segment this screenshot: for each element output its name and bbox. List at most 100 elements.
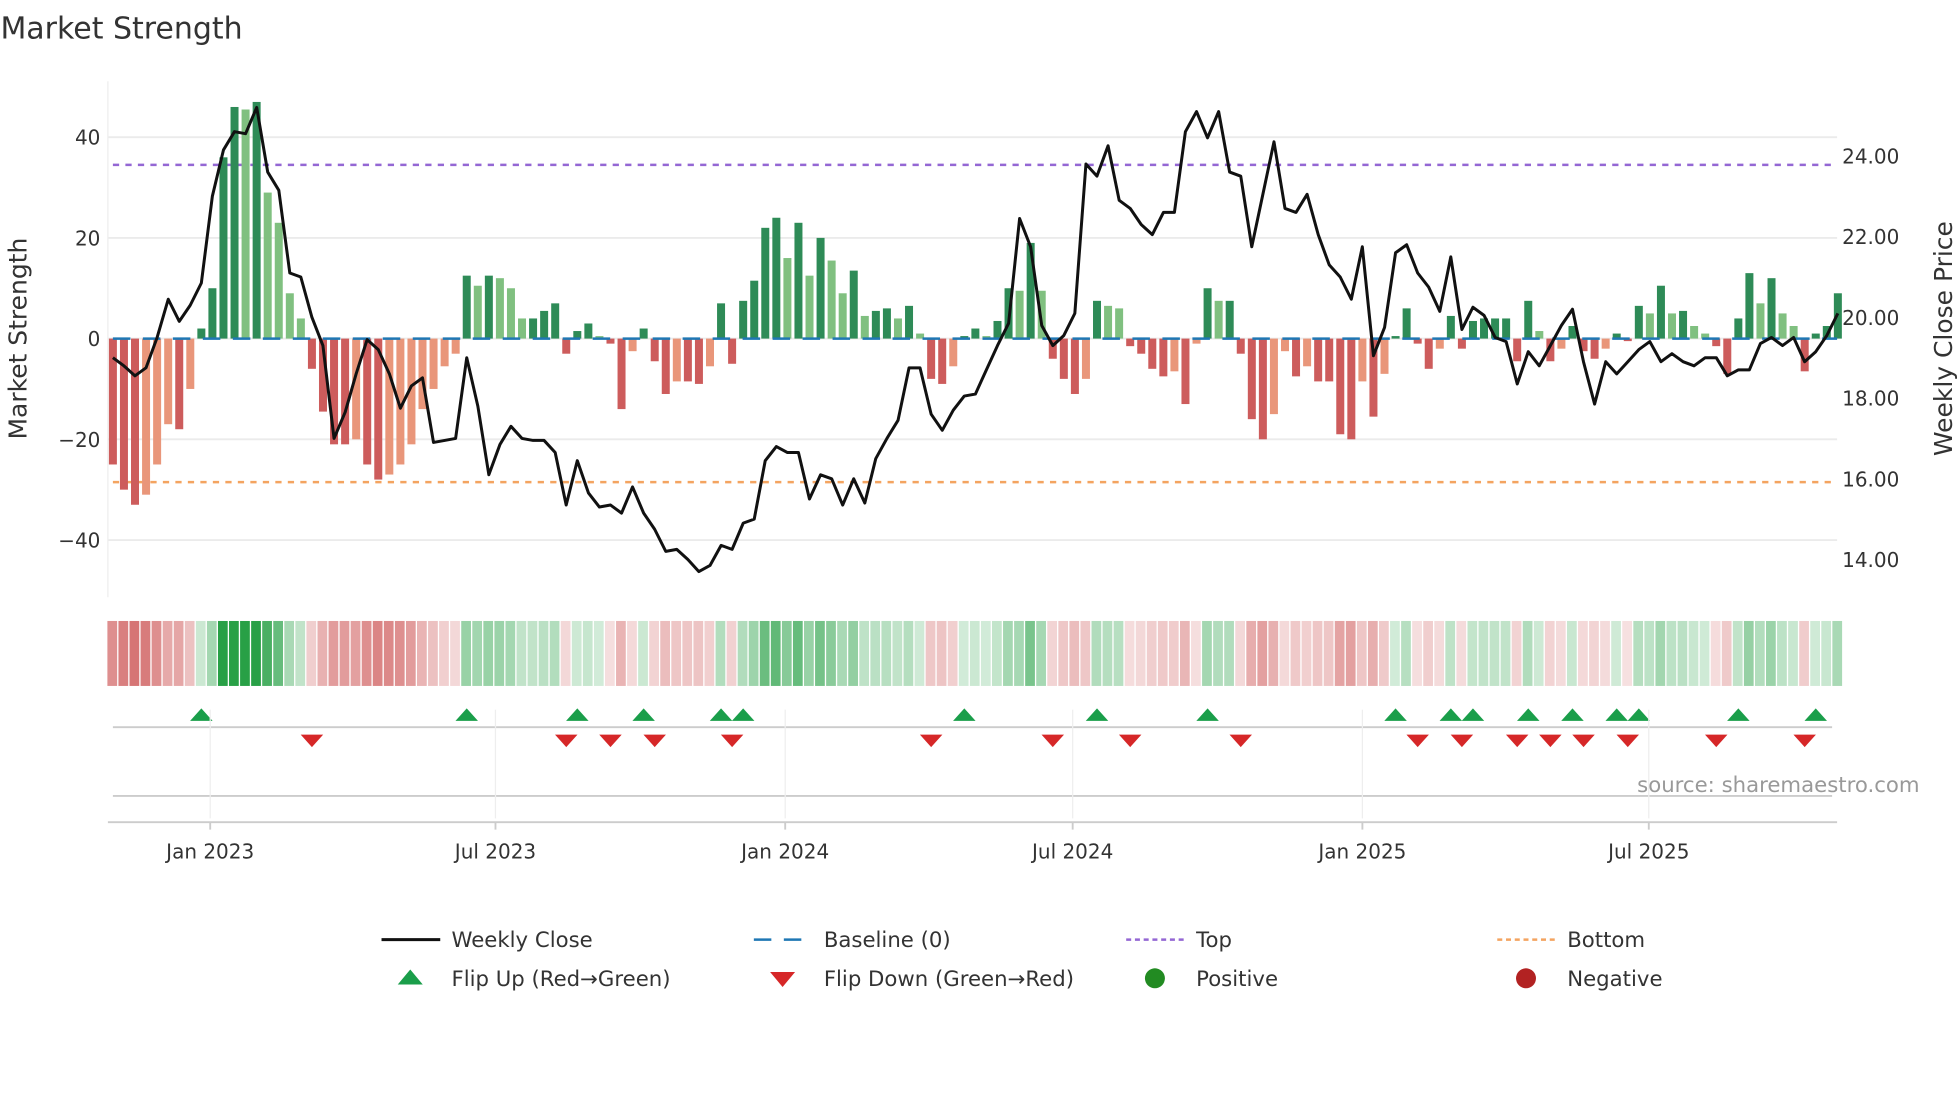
strength-bar — [1093, 300, 1102, 339]
strength-bar — [1446, 315, 1455, 339]
strip-cell — [1821, 620, 1832, 686]
strength-bar — [363, 338, 372, 465]
strength-bar — [1634, 305, 1643, 339]
flip-up-marker — [731, 708, 755, 721]
x-tick-label: Jul 2024 — [1030, 839, 1113, 863]
strip-cell — [759, 620, 770, 686]
strength-bar — [816, 237, 825, 339]
strip-cell — [1533, 620, 1544, 686]
strength-bar — [860, 315, 869, 339]
strip-cell — [1721, 620, 1732, 686]
strip-cell — [1268, 620, 1279, 686]
strip-cell — [151, 620, 162, 686]
strip-cell — [173, 620, 184, 686]
strip-cell — [1743, 620, 1754, 686]
strength-bar — [661, 338, 670, 394]
strip-cell — [627, 620, 637, 686]
strength-bar — [1292, 338, 1301, 377]
flip-down-marker — [300, 734, 324, 748]
reference-lines — [112, 163, 1838, 484]
strip-cell — [1401, 620, 1411, 686]
strength-bar — [694, 338, 703, 384]
strip-cell — [593, 620, 604, 686]
strip-cell — [1157, 620, 1168, 686]
strip-cell — [1290, 620, 1301, 686]
strength-bar — [1435, 338, 1444, 349]
strip-cell — [1379, 620, 1389, 686]
strip-cell — [704, 620, 715, 686]
strip-cell — [792, 620, 803, 686]
strip-cell — [1312, 620, 1323, 686]
strip-cell — [184, 620, 195, 686]
strength-bar — [827, 260, 836, 339]
strip-cell — [1412, 620, 1422, 686]
strip-cell — [162, 620, 173, 686]
strength-bar — [307, 338, 316, 369]
strength-bar — [805, 275, 814, 339]
strip-cell — [1566, 620, 1577, 686]
strip-cell — [483, 620, 494, 686]
strength-bar — [794, 222, 803, 339]
legend-triangle-down-icon — [770, 972, 796, 988]
strip-cell — [472, 620, 483, 686]
y2-tick-label: 14.00 — [1842, 548, 1899, 572]
flip-up-marker — [1085, 708, 1109, 721]
legend-label: Bottom — [1567, 928, 1645, 953]
strength-bar — [1424, 338, 1433, 369]
strip-cell — [549, 620, 560, 686]
strength-bar — [1314, 338, 1323, 382]
strength-bar — [296, 318, 305, 339]
strip-cell — [494, 620, 505, 686]
strip-cell — [240, 620, 250, 686]
strength-bar — [927, 338, 936, 379]
strip-cell — [1622, 620, 1633, 686]
flip-down-marker — [1505, 734, 1529, 748]
strength-bar — [197, 328, 206, 339]
strength-bar — [153, 338, 162, 465]
strength-bar — [938, 338, 947, 384]
strip-cell — [571, 620, 582, 686]
strength-bar — [1081, 338, 1090, 379]
flip-down-marker — [1450, 734, 1474, 748]
strength-bar — [1380, 338, 1389, 374]
flip-up-marker — [1384, 708, 1407, 721]
strip-cell — [129, 620, 140, 686]
strip-cell — [1091, 620, 1102, 686]
y2-tick-label: 22.00 — [1842, 225, 1899, 249]
strip-cell — [1832, 620, 1843, 686]
strip-cell — [1710, 620, 1721, 686]
x-tick-label: Jan 2025 — [1316, 839, 1406, 863]
strength-bar — [108, 338, 117, 465]
strength-bar — [838, 293, 847, 339]
legend-label: Weekly Close — [451, 928, 592, 953]
strip-cell — [1810, 620, 1820, 686]
strength-bar — [1778, 313, 1787, 339]
strip-cell — [1555, 620, 1566, 686]
strip-cell — [1500, 620, 1511, 686]
strip-cell — [1633, 620, 1644, 686]
strip-cell — [1423, 620, 1433, 686]
flip-down-marker — [1539, 734, 1562, 748]
strength-bar — [949, 338, 958, 367]
strip-cell — [936, 620, 947, 686]
strip-cell — [737, 620, 748, 686]
strength-bar — [639, 328, 648, 339]
strength-bar — [1225, 300, 1234, 339]
flip-down-marker — [599, 734, 622, 748]
flip-down-marker — [1793, 734, 1816, 748]
strip-cell — [251, 620, 261, 686]
strip-cell — [947, 620, 958, 686]
y2-tick-label: 20.00 — [1842, 306, 1899, 330]
strength-bar — [1590, 338, 1599, 359]
strength-bar — [252, 101, 261, 339]
strip-cell — [505, 620, 516, 686]
y-tick-label: −20 — [58, 428, 100, 452]
strength-bar — [230, 106, 239, 339]
strength-bar — [849, 270, 858, 339]
strength-bar — [628, 338, 637, 352]
strength-bar — [617, 338, 626, 410]
strip-cell — [1224, 620, 1234, 686]
strip-cell — [660, 620, 671, 686]
legend-label: Top — [1195, 928, 1232, 953]
legend-label: Flip Up (Red→Green) — [451, 967, 670, 992]
